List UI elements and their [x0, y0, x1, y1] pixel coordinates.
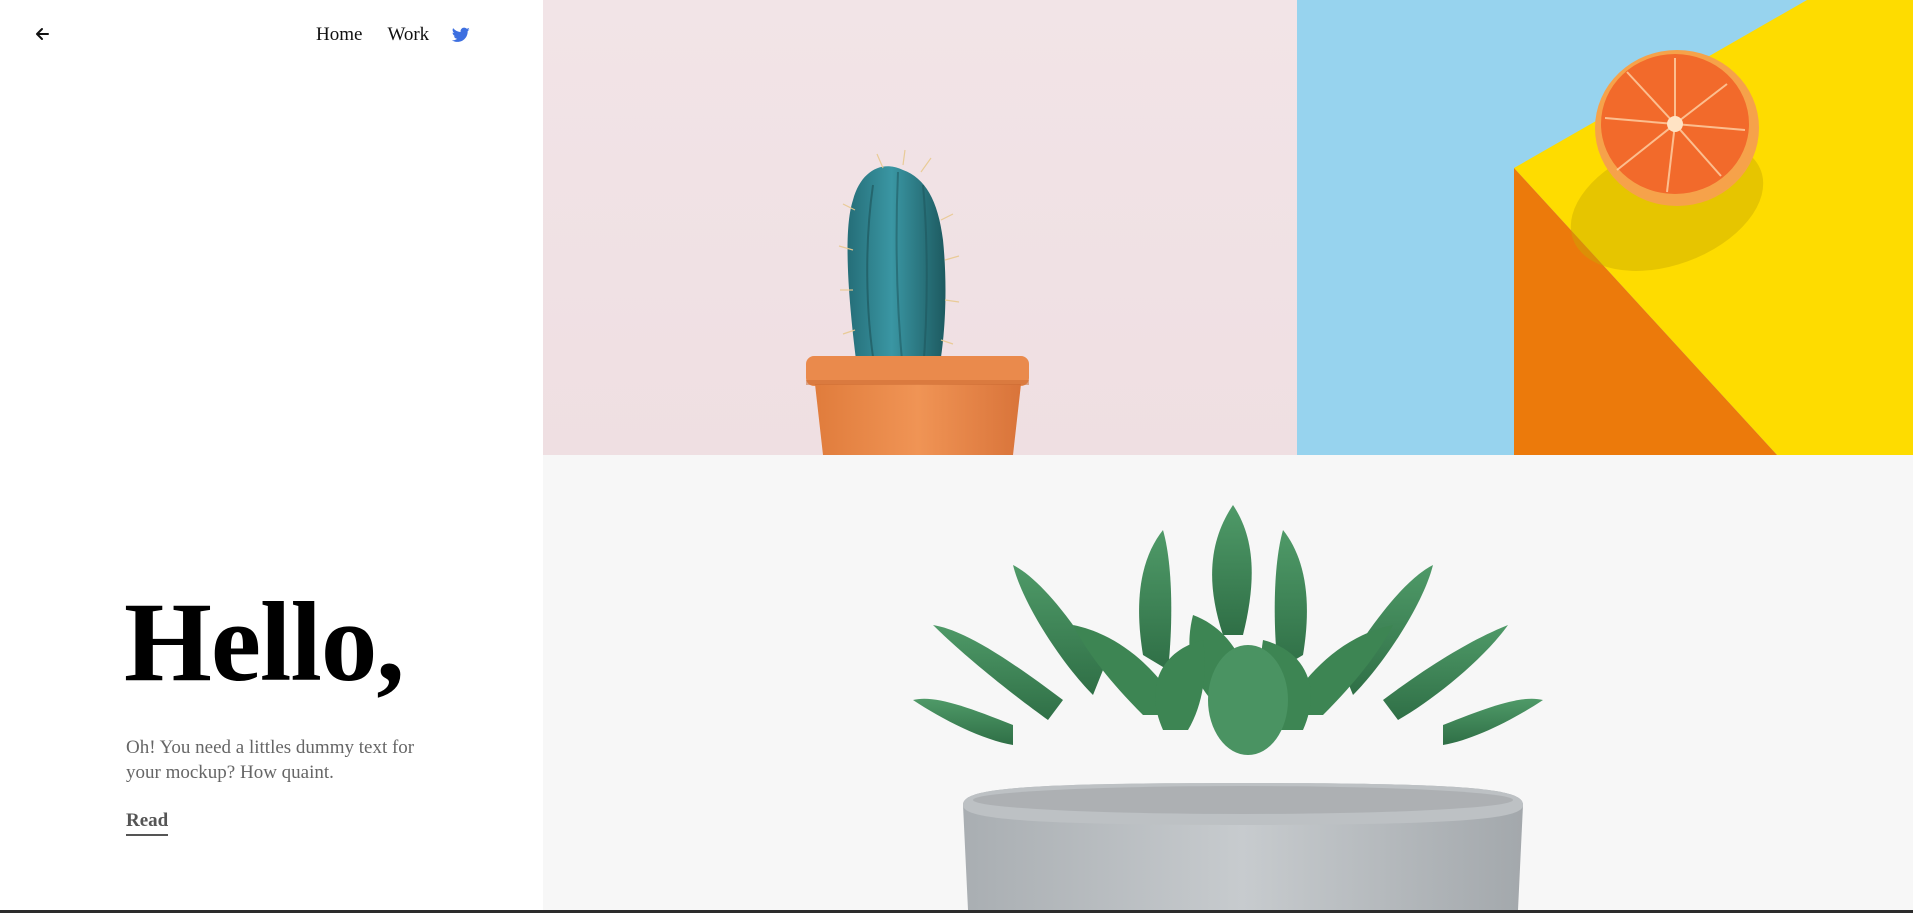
nav-work-link[interactable]: Work [387, 24, 429, 46]
hero-title: Hello, [124, 580, 405, 705]
orange-photo [1297, 0, 1913, 455]
succulent-illustration [913, 505, 1543, 910]
twitter-icon[interactable] [452, 27, 470, 43]
nav-home-link[interactable]: Home [316, 24, 362, 46]
top-nav: Home Work [316, 24, 470, 46]
sidebar: Home Work Hello, Oh! You need a littles … [0, 0, 543, 910]
cactus-illustration [806, 149, 1029, 455]
orange-illustration [1514, 0, 1913, 455]
page: Home Work Hello, Oh! You need a littles … [0, 0, 1913, 913]
cactus-photo [543, 0, 1297, 455]
succulent-photo [543, 455, 1913, 910]
arrow-left-icon[interactable] [32, 24, 52, 44]
read-link[interactable]: Read [126, 810, 169, 836]
hero-description: Oh! You need a littles dummy text for yo… [126, 737, 415, 783]
